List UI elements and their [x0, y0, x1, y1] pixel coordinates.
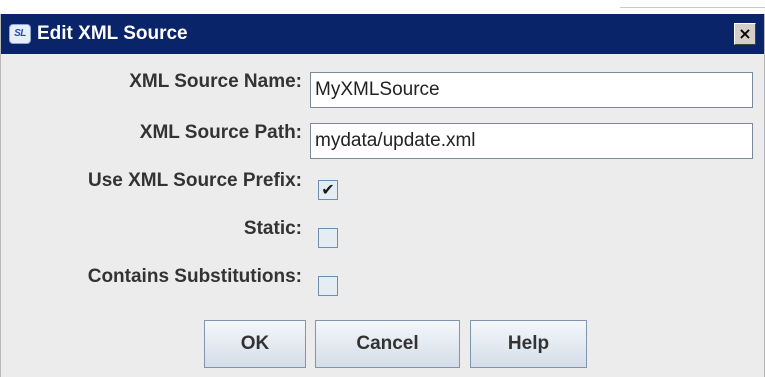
- help-button[interactable]: Help: [470, 320, 587, 368]
- use-prefix-checkbox[interactable]: ✔: [318, 180, 338, 200]
- ok-button[interactable]: OK: [204, 320, 306, 368]
- name-label: XML Source Name:: [129, 71, 302, 92]
- background-divider: [620, 7, 765, 8]
- static-row: Static:: [1, 218, 764, 258]
- cancel-button[interactable]: Cancel: [315, 320, 460, 368]
- dialog-title: Edit XML Source: [37, 23, 188, 44]
- prefix-label: Use XML Source Prefix:: [87, 170, 302, 191]
- prefix-row: Use XML Source Prefix: ✔: [1, 170, 764, 210]
- edit-xml-source-dialog: SL Edit XML Source × XML Source Name: My…: [0, 14, 765, 377]
- path-row: XML Source Path: mydata/update.xml: [1, 122, 764, 162]
- contains-substitutions-checkbox[interactable]: [318, 276, 338, 296]
- substitutions-row: Contains Substitutions:: [1, 266, 764, 306]
- static-checkbox[interactable]: [318, 228, 338, 248]
- title-bar[interactable]: SL Edit XML Source ×: [1, 14, 764, 54]
- app-logo-icon: SL: [9, 24, 31, 44]
- static-label: Static:: [243, 218, 302, 239]
- background-strip: [0, 0, 765, 14]
- substitutions-label: Contains Substitutions:: [87, 266, 302, 287]
- path-label: XML Source Path:: [139, 122, 302, 143]
- name-row: XML Source Name: MyXMLSource: [1, 71, 764, 111]
- xml-source-path-input[interactable]: mydata/update.xml: [310, 123, 753, 159]
- xml-source-name-input[interactable]: MyXMLSource: [310, 72, 753, 108]
- close-icon[interactable]: ×: [734, 23, 756, 45]
